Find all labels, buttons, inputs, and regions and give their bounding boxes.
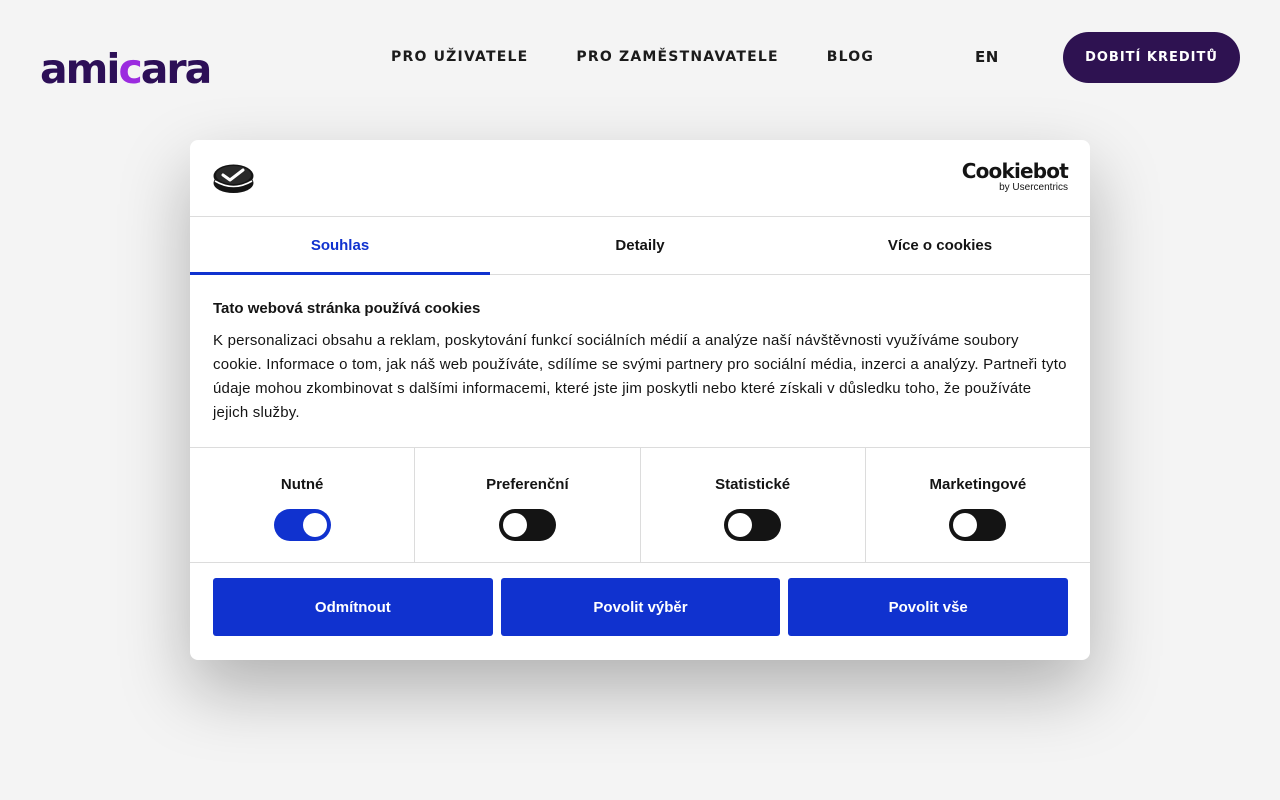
main-nav: PRO UŽIVATELE PRO ZAMĚSTNAVATELE BLOG (391, 49, 874, 65)
decline-button[interactable]: Odmítnout (213, 578, 493, 636)
logo-text-accent: c (118, 45, 142, 93)
toggle-statisticke[interactable] (724, 509, 782, 541)
site-header: amicara PRO UŽIVATELE PRO ZAMĚSTNAVATELE… (0, 0, 1280, 115)
toggle-knob (953, 513, 978, 537)
dialog-header: Cookiebot by Usercentrics (190, 140, 1090, 217)
toggle-nutne[interactable] (273, 509, 331, 541)
toggle-preferencni[interactable] (498, 509, 556, 541)
category-preferencni: Preferenční (415, 448, 641, 562)
cookie-consent-dialog: Cookiebot by Usercentrics Souhlas Detail… (190, 140, 1090, 660)
consent-title: Tato webová stránka používá cookies (213, 300, 481, 317)
category-statisticke: Statistické (641, 448, 866, 562)
consent-description: K personalizaci obsahu a reklam, poskyto… (213, 332, 1067, 421)
category-nutne: Nutné (190, 448, 416, 562)
toggle-marketingove[interactable] (949, 509, 1007, 541)
toggle-knob (728, 513, 753, 537)
allow-selection-button[interactable]: Povolit výběr (500, 578, 781, 636)
logo-text-start: ami (40, 45, 120, 93)
tab-vice-o-cookies[interactable]: Více o cookies (790, 217, 1090, 274)
category-label: Statistické (715, 476, 791, 493)
allow-all-button[interactable]: Povolit vše (788, 578, 1069, 636)
tab-detaily[interactable]: Detaily (490, 217, 790, 274)
dialog-body: Tato webová stránka používá cookies K pe… (190, 275, 1090, 448)
cookiebot-brand[interactable]: Cookiebot by Usercentrics (961, 159, 1069, 193)
nav-pro-uzivatele[interactable]: PRO UŽIVATELE (391, 49, 528, 65)
dialog-actions: Odmítnout Povolit výběr Povolit vše (190, 563, 1090, 636)
category-label: Marketingové (929, 476, 1027, 493)
category-label: Nutné (280, 476, 324, 493)
cookie-stack-icon (213, 164, 254, 193)
nav-pro-zamestnavatele[interactable]: PRO ZAMĚSTNAVATELE (576, 49, 778, 65)
category-label: Preferenční (486, 476, 569, 493)
consent-categories: Nutné Preferenční Statistické Marketingo… (190, 448, 1090, 563)
dialog-tabs: Souhlas Detaily Více o cookies (190, 217, 1090, 275)
credit-topup-button[interactable]: DOBITÍ KREDITŮ (1063, 32, 1240, 83)
brand-name: Cookiebot (961, 159, 1069, 183)
logo-text-end: ara (140, 45, 213, 93)
amicara-logo[interactable]: amicara (40, 45, 212, 93)
category-marketingove: Marketingové (866, 448, 1090, 562)
toggle-knob (302, 513, 327, 537)
brand-subtitle: by Usercentrics (999, 182, 1068, 193)
tab-souhlas[interactable]: Souhlas (190, 217, 490, 275)
toggle-knob (502, 513, 527, 537)
nav-blog[interactable]: BLOG (827, 49, 874, 65)
language-switch[interactable]: EN (975, 48, 999, 66)
